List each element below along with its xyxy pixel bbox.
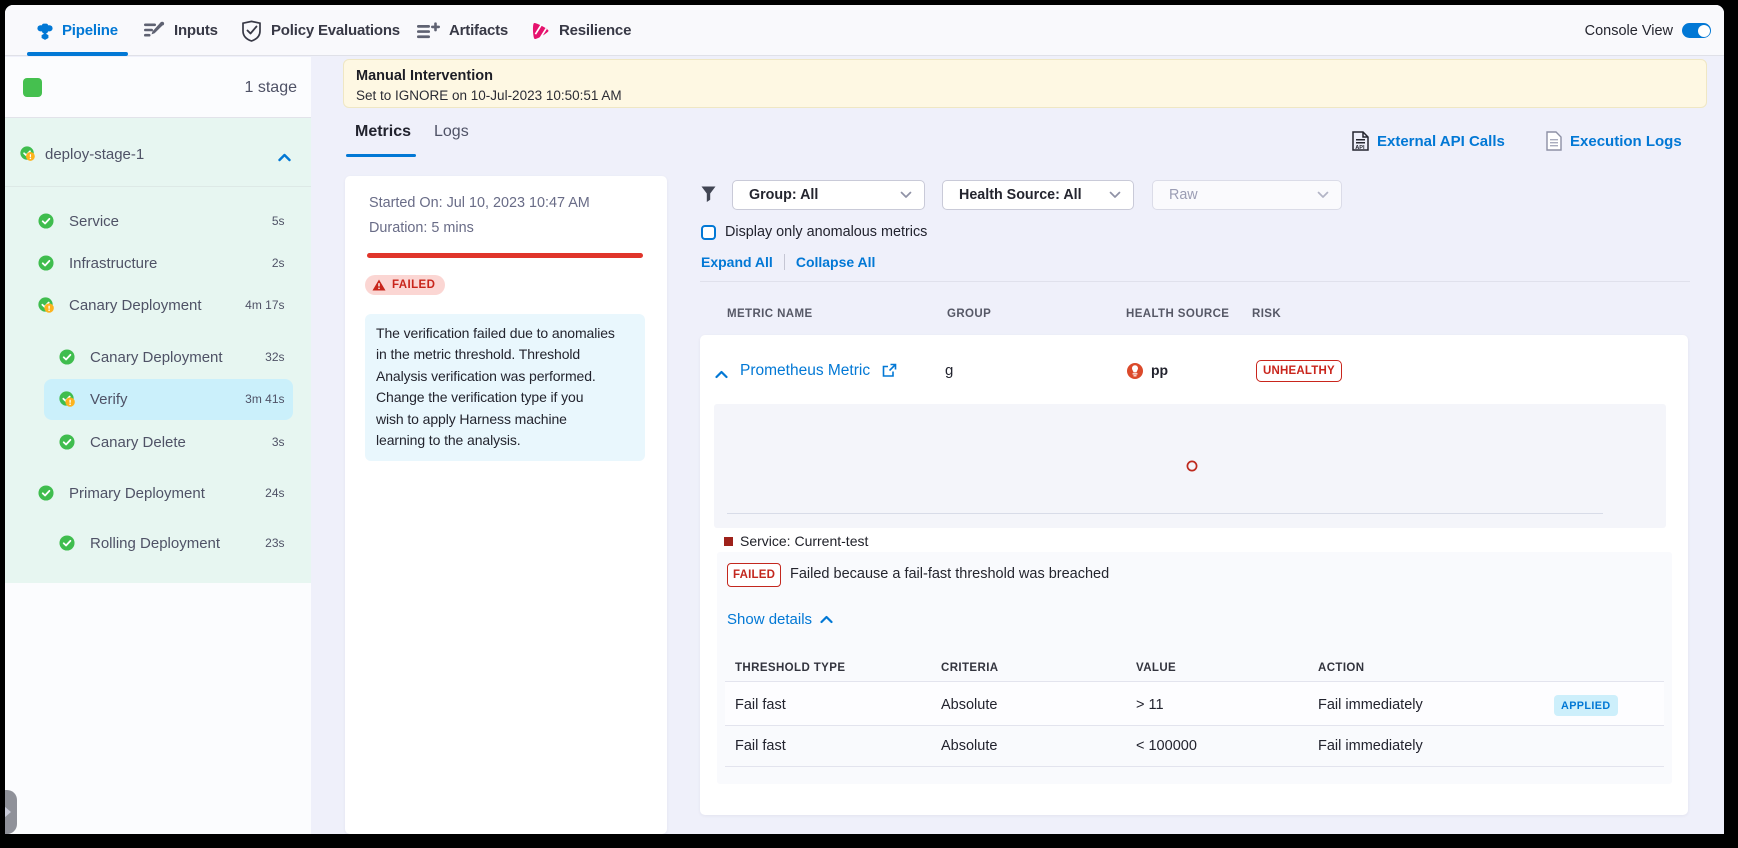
svg-text:API: API [1355, 145, 1365, 151]
